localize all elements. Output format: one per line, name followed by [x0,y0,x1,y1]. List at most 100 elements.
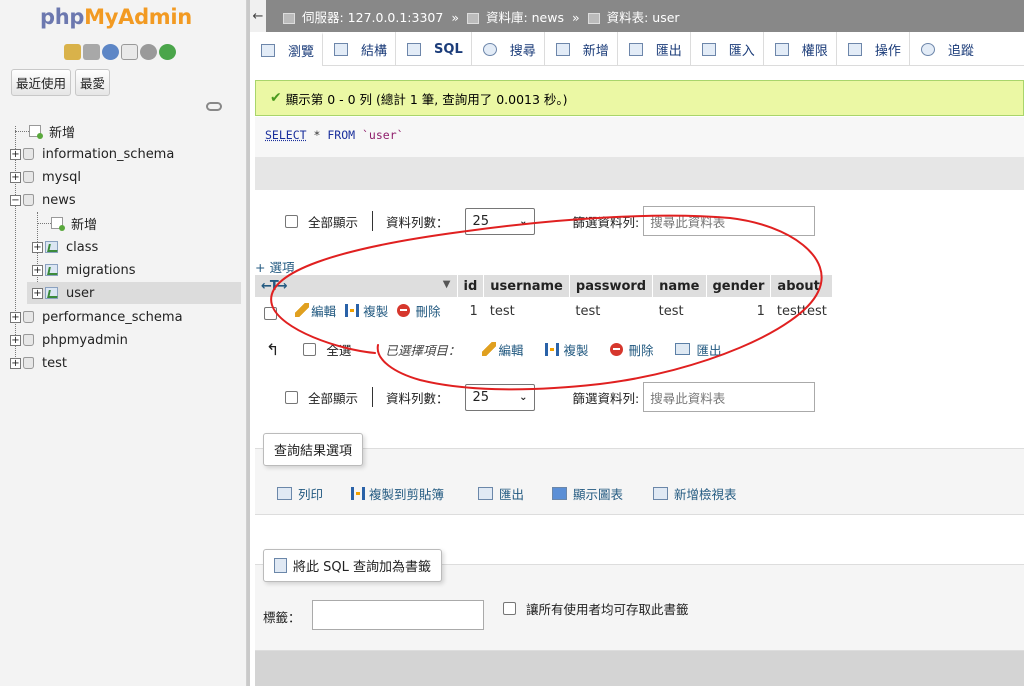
expand-icon[interactable]: + [10,148,21,160]
share-bookmark-checkbox[interactable] [503,602,516,615]
cell-id[interactable]: 1 [457,297,484,325]
bookmark-label-input[interactable] [312,600,484,630]
collapse-icon[interactable]: − [10,194,21,206]
tree-item-news-new[interactable]: 新增 [51,212,97,234]
cell-password[interactable]: test [569,297,652,325]
copy-row-button[interactable]: 複製 [345,301,388,320]
delete-icon [610,342,624,356]
share-bookmark-option[interactable]: 讓所有使用者均可存取此書籤 [503,599,689,618]
tab-insert[interactable]: 新增 [545,32,618,66]
cell-gender[interactable]: 1 [706,297,771,325]
tab-operations[interactable]: 操作 [837,32,910,66]
export-icon [675,343,691,355]
delete-row-button[interactable]: 刪除 [397,301,440,320]
bookmark-label-text: 標籤： [263,610,301,625]
breadcrumb-server[interactable]: 伺服器: 127.0.0.1:3307 [302,10,443,25]
display-chart-link[interactable]: 顯示圖表 [552,484,623,503]
tree-item-class[interactable]: + class [32,236,98,258]
tab-structure[interactable]: 結構 [323,32,397,66]
expand-icon[interactable]: + [10,311,21,323]
column-header-username[interactable]: username [483,275,570,297]
tree-item-information-schema[interactable]: + information_schema [10,143,174,165]
logout-icon[interactable] [83,44,100,60]
tab-export[interactable]: 匯出 [618,32,691,66]
rows-per-page-select[interactable]: 25 ⌄ [464,207,535,235]
column-header-about[interactable]: about [770,275,834,297]
breadcrumb-database[interactable]: 資料庫: news [486,10,564,25]
bulk-copy-button[interactable]: 複製 [545,340,588,359]
edit-row-button[interactable]: 編輯 [295,301,336,320]
database-icon [23,194,34,206]
expand-icon[interactable]: + [10,357,21,369]
tab-sql[interactable]: SQL [396,32,472,66]
sort-dropdown-icon[interactable]: ▼ [443,279,451,290]
filter-rows-input-bottom[interactable]: 搜尋此資料表 [643,382,816,412]
toggle-sidebar-icon[interactable]: ← [250,0,266,32]
expand-icon[interactable]: + [10,171,21,183]
chevron-down-icon: ⌄ [519,391,528,403]
home-icon[interactable] [64,44,81,60]
gear-icon[interactable] [140,44,157,60]
expand-icon[interactable]: + [32,264,43,276]
bulk-edit-button[interactable]: 編輯 [482,340,523,359]
check-all-checkbox[interactable] [303,342,317,356]
recent-tab[interactable]: 最近使用 [11,69,72,96]
export-icon [628,42,643,56]
tab-import[interactable]: 匯入 [691,32,764,66]
copy-to-clipboard-link[interactable]: 複製到剪貼簿 [351,484,444,503]
favorites-tab[interactable]: 最愛 [75,69,111,96]
column-header-id[interactable]: id [457,275,485,297]
create-view-link[interactable]: 新增檢視表 [653,484,737,503]
tree-item-performance-schema[interactable]: + performance_schema [10,306,183,328]
show-all-checkbox[interactable] [285,214,298,228]
print-link[interactable]: 列印 [277,484,323,503]
column-header-name[interactable]: name [652,275,707,297]
main-tabs: 瀏覽 結構 SQL 搜尋 新增 匯出 匯入 權限 操作 追蹤 [250,32,1024,66]
filter-rows-input[interactable]: 搜尋此資料表 [643,206,816,236]
tree-item-new[interactable]: 新增 [29,120,75,142]
expand-icon[interactable]: + [32,287,43,299]
tree-item-test[interactable]: + test [10,352,67,374]
delete-icon [397,304,411,318]
phpmyadmin-logo[interactable]: phpMyAdmin [40,5,192,29]
check-all-label[interactable]: 全選 [326,340,351,359]
sidebar-resize-handle[interactable] [247,0,250,686]
reload-icon[interactable] [159,44,176,60]
cell-name[interactable]: test [653,297,706,325]
options-link[interactable]: + 選項 [255,257,294,276]
show-all-checkbox-bottom[interactable] [285,390,298,404]
tab-tracking[interactable]: 追蹤 [910,32,982,66]
sql-query-box: SELECT * FROM `user` [255,117,1024,190]
cell-about[interactable]: testtest [771,297,833,325]
expand-icon[interactable]: + [32,241,43,253]
tree-item-mysql[interactable]: + mysql [10,166,81,188]
help-icon[interactable] [102,44,119,60]
tree-item-migrations[interactable]: + migrations [32,259,136,281]
export-results-link[interactable]: 匯出 [478,484,524,503]
bulk-export-button[interactable]: 匯出 [675,340,722,359]
breadcrumb-table[interactable]: 資料表: user [607,10,680,25]
bulk-delete-button[interactable]: 刪除 [610,340,653,359]
sql-query-text[interactable]: SELECT * FROM `user` [265,128,404,142]
tree-item-user[interactable]: + user [27,282,241,304]
tab-privileges[interactable]: 權限 [764,32,837,66]
tab-search[interactable]: 搜尋 [472,32,545,66]
column-header-gender[interactable]: gender [706,275,772,297]
cell-username[interactable]: test [484,297,570,325]
printer-icon [277,487,292,500]
column-arrows-icon[interactable]: ←T→ [261,279,288,294]
database-icon [23,311,34,323]
browse-icon [261,44,275,57]
row-checkbox[interactable] [264,307,277,321]
column-header-password[interactable]: password [569,275,654,297]
tree-item-news[interactable]: − news [10,189,76,211]
rows-per-page-select-bottom[interactable]: 25 ⌄ [464,383,535,411]
copy-icon [345,304,360,318]
expand-icon[interactable]: + [10,334,21,346]
tab-browse[interactable]: 瀏覽 [250,32,324,66]
link-with-main-panel-icon[interactable] [206,102,222,111]
search-icon [482,42,497,56]
tree-item-phpmyadmin[interactable]: + phpmyadmin [10,329,128,351]
docs-icon[interactable] [121,44,138,60]
quick-links [64,44,176,60]
